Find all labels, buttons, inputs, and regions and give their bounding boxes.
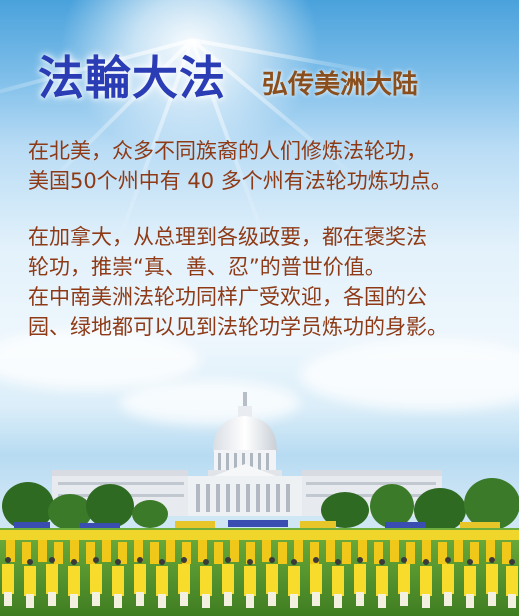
poster: 法輪大法 弘传美洲大陆 在北美，众多不同族裔的人们修炼法轮功， 美国50个州中有… [0,0,519,616]
paragraph-canada-latin-america: 在加拿大，从总理到各级政要，都在褒奖法 轮功，推崇“真、善、忍”的普世价值。 在… [28,222,508,342]
paragraph-line: 美国50个州中有 40 多个州有法轮功炼功点。 [28,169,452,193]
paragraph-line: 在中南美洲法轮功同样广受欢迎，各国的公 [28,285,427,309]
paragraph-north-america: 在北美，众多不同族裔的人们修炼法轮功， 美国50个州中有 40 多个州有法轮功炼… [28,136,508,196]
paragraph-line: 轮功，推崇“真、善、忍”的普世价值。 [28,255,386,279]
paragraph-line: 在北美，众多不同族裔的人们修炼法轮功， [28,139,427,163]
capitol-practice-photo [0,392,519,616]
title-main: 法輪大法 [38,51,226,105]
title-sub: 弘传美洲大陆 [262,70,419,100]
paragraph-line: 在加拿大，从总理到各级政要，都在褒奖法 [28,225,427,249]
